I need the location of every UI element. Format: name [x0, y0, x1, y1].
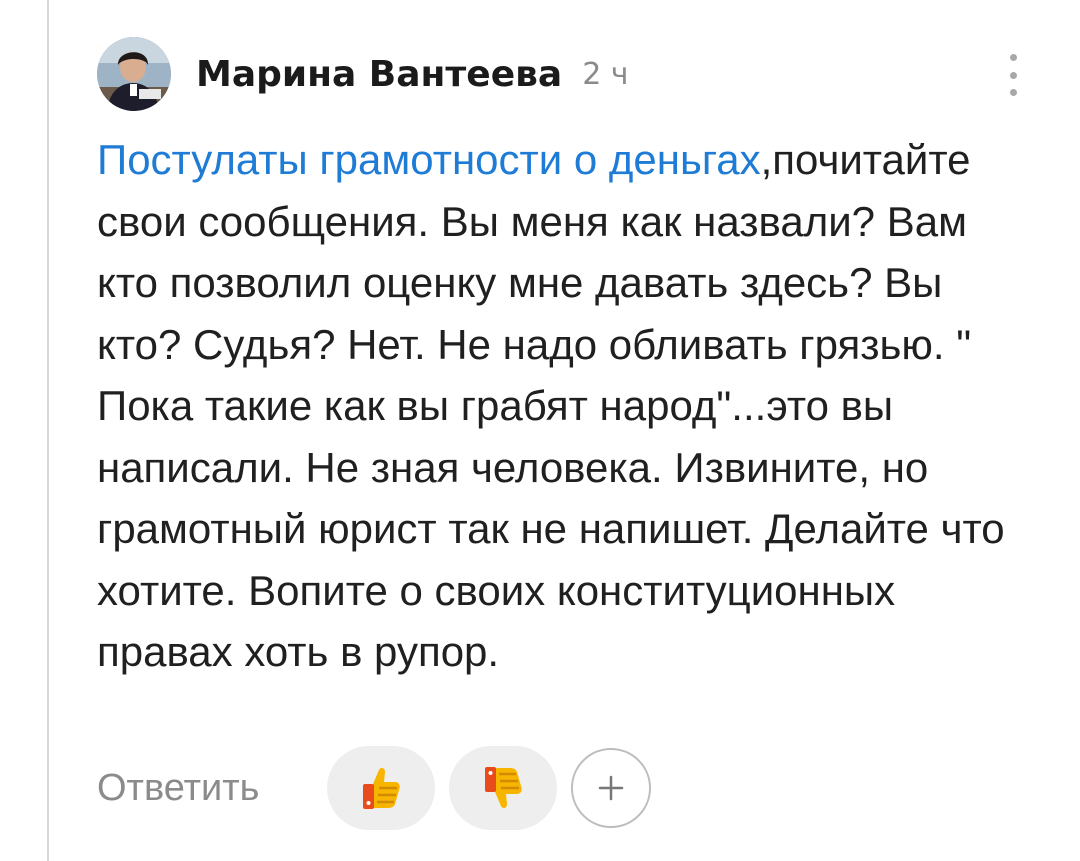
add-reaction-button[interactable] [571, 748, 651, 828]
comment-body: ,почитайте свои сообщения. Вы меня как н… [97, 136, 1005, 675]
thumbs-up-icon [363, 767, 400, 809]
menu-dot [1009, 89, 1017, 96]
user-avatar-photo [97, 37, 171, 111]
comment-text: Постулаты грамотности о деньгах,почитайт… [97, 129, 1027, 683]
menu-dot [1009, 71, 1017, 79]
comment-time: 2 ч [582, 56, 629, 92]
author-name[interactable]: Марина Вантеева [196, 54, 562, 95]
thumbs-down-icon [485, 767, 522, 809]
like-reaction-button[interactable] [327, 746, 435, 830]
user-mention-link[interactable]: Постулаты грамотности о деньгах [97, 136, 761, 183]
reply-button[interactable]: Ответить [97, 767, 327, 810]
more-vertical-icon[interactable] [1003, 54, 1023, 96]
comment: Марина Вантеева 2 ч Постулаты грамотност… [97, 32, 1037, 830]
avatar[interactable] [97, 37, 171, 111]
thread-line [47, 0, 49, 861]
plus-icon [598, 775, 624, 801]
comment-header: Марина Вантеева 2 ч [97, 32, 1037, 116]
menu-dot [1009, 54, 1017, 61]
comment-actions: Ответить [97, 745, 651, 831]
dislike-reaction-button[interactable] [449, 746, 557, 830]
